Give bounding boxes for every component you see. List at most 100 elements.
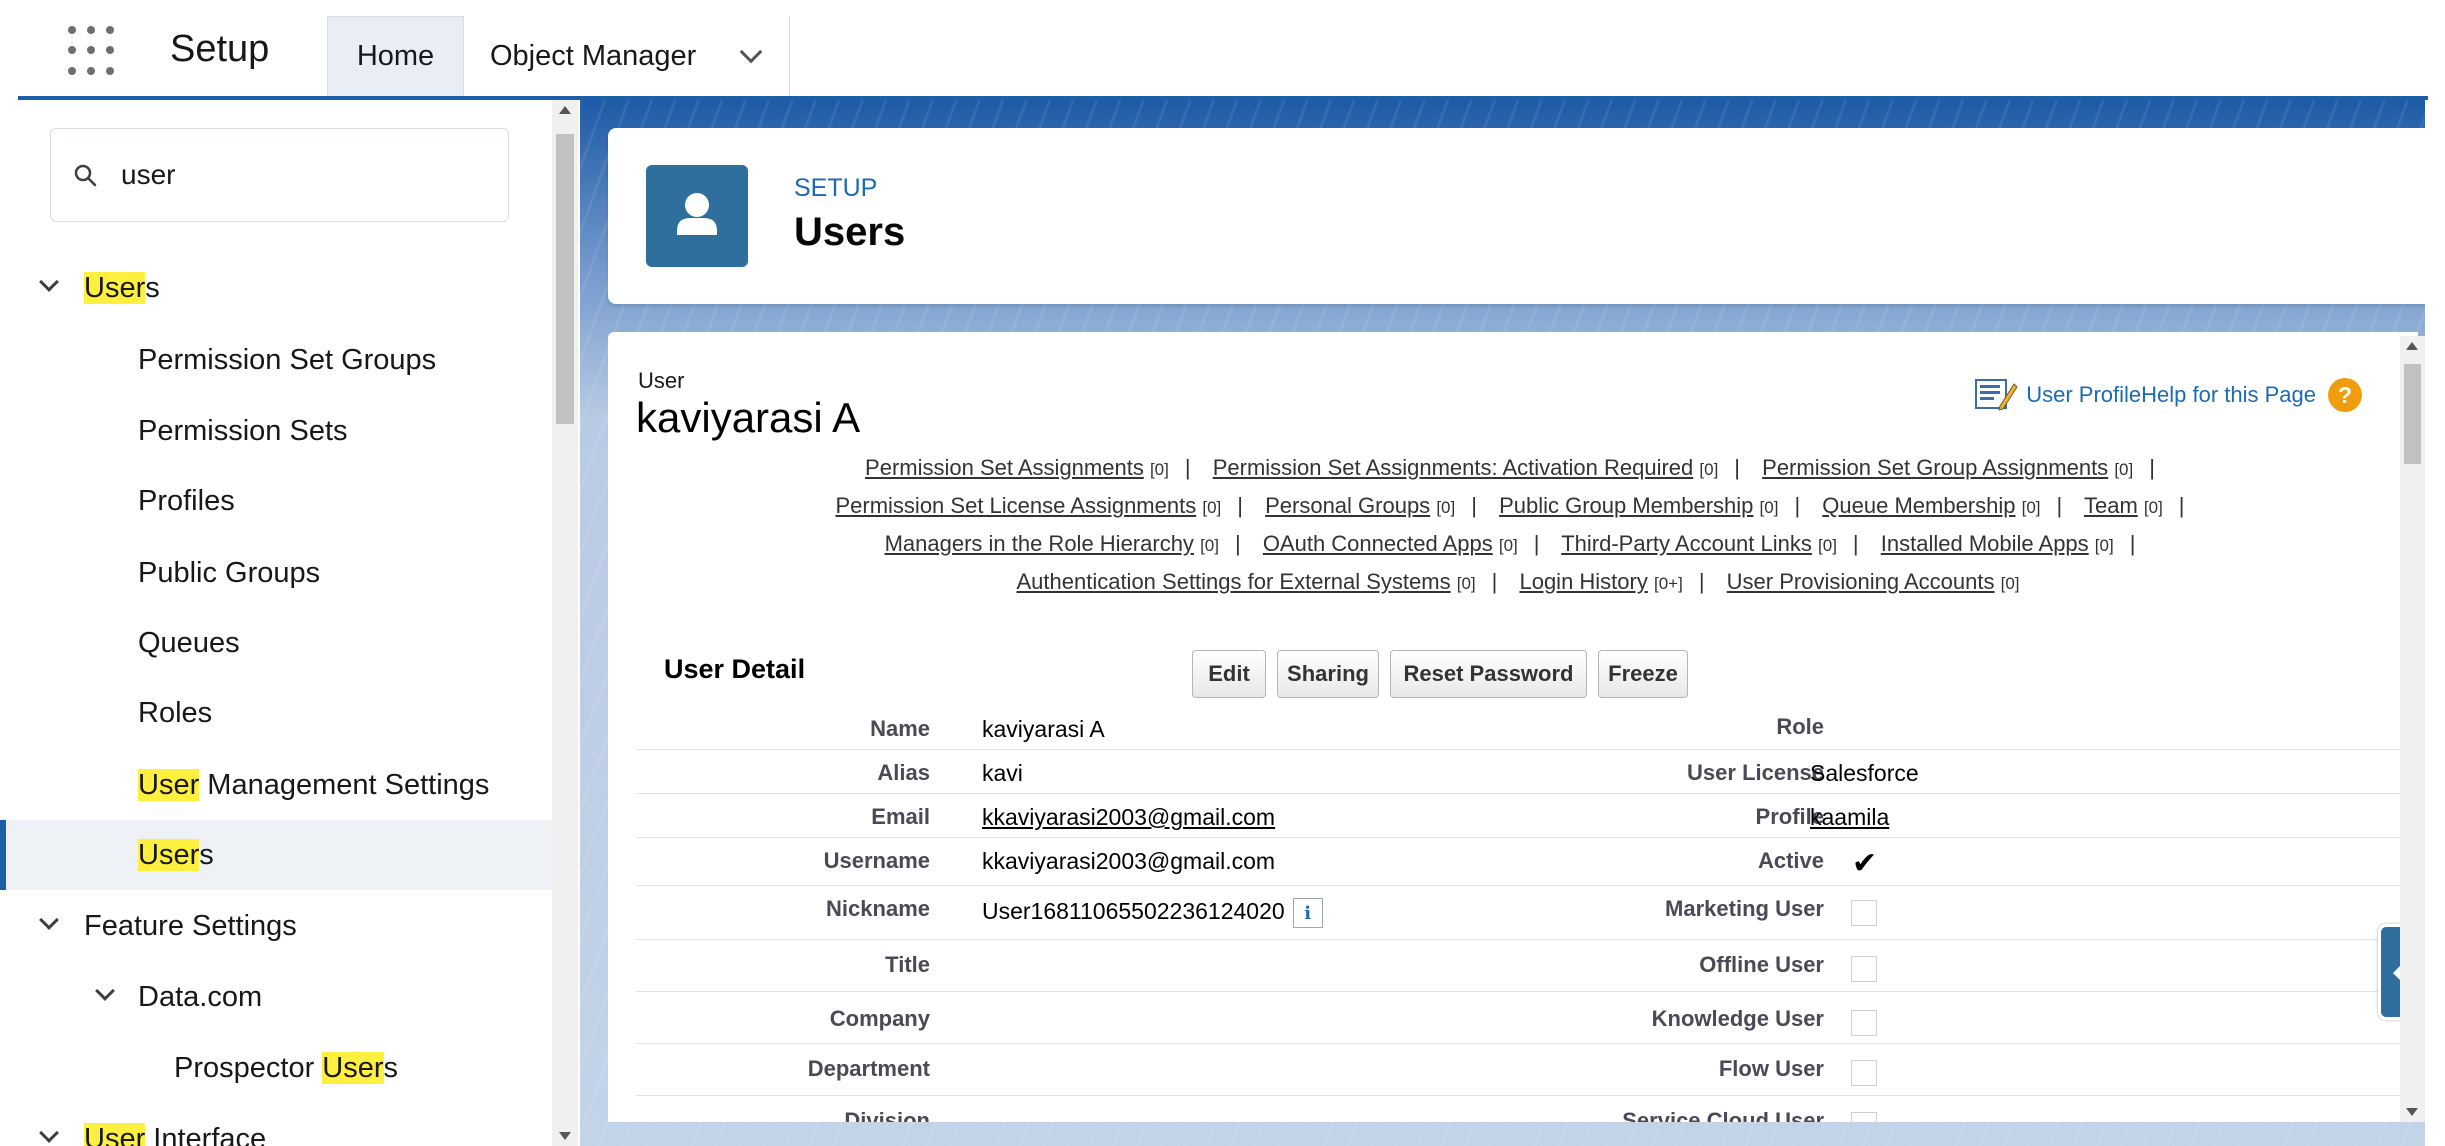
sidebar-item-label: User Interface — [84, 1122, 266, 1146]
field-value-name: kaviyarasi A — [982, 716, 1105, 742]
sidebar-item-prospector-users[interactable]: Prospector Users — [0, 1033, 552, 1103]
sidebar-item-public-groups[interactable]: Public Groups — [0, 538, 552, 608]
scrollbar-thumb[interactable] — [2404, 364, 2421, 464]
chevron-down-icon[interactable] — [39, 272, 59, 292]
related-link[interactable]: Public Group Membership — [1499, 493, 1753, 518]
related-link[interactable]: Permission Set License Assignments — [835, 493, 1196, 518]
related-list-links: Permission Set Assignments [0] | Permissi… — [835, 455, 2185, 594]
sidebar-item-label: Public Groups — [138, 556, 321, 589]
field-label-user-license: User License — [1687, 760, 1824, 785]
detail-row: Email kkaviyarasi2003@gmail.com Profile … — [636, 794, 2400, 838]
field-label-nickname: Nickname — [826, 896, 930, 921]
sidebar-item-roles[interactable]: Roles — [0, 678, 552, 748]
related-link[interactable]: Team — [2084, 493, 2138, 518]
sidebar-item-permission-set-groups[interactable]: Permission Set Groups — [0, 325, 552, 395]
help-for-this-page-link[interactable]: User ProfileHelp for this Page — [2026, 382, 2316, 408]
app-launcher-icon[interactable] — [68, 26, 118, 76]
edit-button[interactable]: Edit — [1192, 650, 1266, 698]
setup-sidebar: Users Permission Set Groups Permission S… — [0, 100, 552, 1146]
scrollbar-thumb[interactable] — [556, 134, 574, 424]
sidebar-item-label: Queues — [138, 626, 240, 659]
page-header: SETUP Users — [608, 128, 2425, 304]
related-link[interactable]: Permission Set Assignments: Activation R… — [1213, 455, 1694, 480]
detail-scrollbar[interactable] — [2400, 336, 2425, 1122]
service-cloud-user-checkbox — [1851, 1112, 1877, 1122]
related-link[interactable]: Queue Membership — [1822, 493, 2015, 518]
freeze-button[interactable]: Freeze — [1598, 650, 1688, 698]
sidebar-item-label: Prospector Users — [174, 1051, 399, 1084]
field-value-user-license: Salesforce — [1810, 760, 1919, 786]
sidebar-item-label: Data.com — [138, 980, 263, 1013]
field-value-nickname: User16811065502236124020 i — [982, 898, 1323, 928]
related-link[interactable]: Login History — [1519, 569, 1647, 594]
offline-user-checkbox — [1851, 956, 1877, 982]
field-label-marketing-user: Marketing User — [1665, 896, 1824, 921]
tab-object-manager[interactable]: Object Manager — [464, 16, 790, 96]
sidebar-item-users[interactable]: Users — [0, 820, 552, 890]
related-link[interactable]: Authentication Settings for External Sys… — [1016, 569, 1450, 594]
scroll-up-arrow-icon[interactable] — [2406, 342, 2418, 350]
help-icon[interactable]: ? — [2328, 378, 2362, 412]
field-label-company: Company — [829, 1006, 930, 1031]
tab-home-label: Home — [356, 40, 435, 72]
field-label-knowledge-user: Knowledge User — [1651, 1006, 1824, 1031]
sidebar-item-label: Users — [138, 838, 214, 871]
reset-password-button[interactable]: Reset Password — [1390, 650, 1587, 698]
tab-object-manager-label: Object Manager — [490, 39, 697, 72]
related-link[interactable]: Permission Set Assignments — [865, 455, 1144, 480]
field-label-active: Active — [1757, 848, 1824, 873]
related-link[interactable]: Permission Set Group Assignments — [1762, 455, 2108, 480]
related-link[interactable]: User Provisioning Accounts — [1727, 569, 1995, 594]
sidebar-item-user-interface[interactable]: User Interface — [0, 1104, 552, 1146]
scroll-down-arrow-icon[interactable] — [2406, 1108, 2418, 1116]
quick-find-input[interactable] — [121, 155, 491, 195]
detail-row: Company Knowledge User — [636, 992, 2400, 1044]
quick-find-box[interactable] — [50, 128, 509, 222]
sidebar-item-label: User Management Settings — [138, 768, 490, 801]
sidebar-item-feature-settings[interactable]: Feature Settings — [0, 891, 552, 961]
object-type-label: User — [638, 368, 685, 393]
help-links: User ProfileHelp for this Page ? — [1974, 372, 2362, 418]
scroll-down-arrow-icon[interactable] — [559, 1132, 571, 1140]
sidebar-item-user-management-settings[interactable]: User Management Settings — [0, 750, 552, 820]
field-label-role: Role — [1776, 714, 1824, 739]
related-link[interactable]: OAuth Connected Apps — [1263, 531, 1493, 556]
related-link[interactable]: Third-Party Account Links — [1561, 531, 1812, 556]
info-icon[interactable]: i — [1292, 898, 1323, 928]
section-title: User Detail — [664, 654, 806, 684]
field-value-alias: kavi — [982, 760, 1023, 786]
sidebar-item-label: Roles — [138, 696, 213, 729]
app-title: Setup — [170, 28, 270, 70]
sharing-button[interactable]: Sharing — [1277, 650, 1379, 698]
sidebar-item-users-group[interactable]: Users — [0, 253, 552, 323]
edit-profile-icon[interactable] — [1974, 376, 2018, 414]
user-detail-frame: User kaviyarasi A User ProfileHelp for t… — [608, 332, 2418, 1122]
related-link[interactable]: Managers in the Role Hierarchy — [885, 531, 1194, 556]
search-icon — [74, 164, 97, 187]
chevron-down-icon[interactable] — [39, 910, 59, 930]
detail-row: Name kaviyarasi A Role — [636, 706, 2400, 750]
page-title: Users — [794, 210, 906, 254]
scroll-up-arrow-icon[interactable] — [559, 106, 571, 114]
email-link[interactable]: kkaviyarasi2003@gmail.com — [982, 804, 1275, 830]
chevron-down-icon[interactable] — [39, 1123, 59, 1143]
knowledge-user-checkbox — [1851, 1010, 1877, 1036]
field-label-flow-user: Flow User — [1718, 1056, 1824, 1081]
detail-row: Division Service Cloud User — [636, 1096, 2400, 1122]
user-icon — [646, 165, 748, 267]
tab-home[interactable]: Home — [327, 16, 464, 96]
profile-link[interactable]: kaamila — [1810, 804, 1889, 830]
related-link[interactable]: Installed Mobile Apps — [1881, 531, 2089, 556]
sidebar-item-permission-sets[interactable]: Permission Sets — [0, 396, 552, 466]
global-header: Setup Home Object Manager — [0, 0, 2445, 96]
sidebar-item-label: Permission Set Groups — [138, 343, 437, 376]
sidebar-item-data-com[interactable]: Data.com — [0, 962, 552, 1032]
sidebar-item-profiles[interactable]: Profiles — [0, 466, 552, 536]
sidebar-scrollbar[interactable] — [552, 100, 578, 1146]
related-link[interactable]: Personal Groups — [1265, 493, 1430, 518]
chevron-down-icon[interactable] — [95, 981, 115, 1001]
sidebar-item-queues[interactable]: Queues — [0, 608, 552, 678]
chevron-down-icon[interactable] — [739, 40, 763, 64]
field-value-username: kkaviyarasi2003@gmail.com — [982, 848, 1276, 874]
sidebar-item-label: Users — [84, 271, 160, 304]
